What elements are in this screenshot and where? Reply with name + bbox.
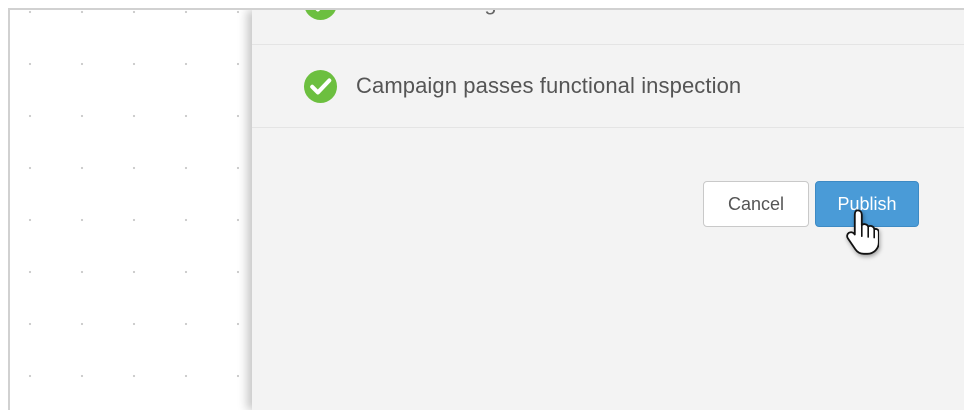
publish-review-panel: All email merge fields are valid Campaig… [252, 10, 964, 410]
check-circle-icon [305, 10, 336, 21]
dotted-canvas-area [10, 10, 254, 410]
publish-button[interactable]: Publish [815, 181, 919, 227]
check-circle-icon [303, 69, 338, 104]
validation-message: All email merge fields are valid [356, 10, 658, 23]
cancel-button[interactable]: Cancel [703, 181, 809, 227]
validation-row-functional-inspection: Campaign passes functional inspection [252, 45, 964, 128]
validation-row-merge-fields: All email merge fields are valid [252, 10, 964, 45]
app-frame: All email merge fields are valid Campaig… [8, 8, 964, 410]
validation-message: Campaign passes functional inspection [356, 73, 742, 98]
